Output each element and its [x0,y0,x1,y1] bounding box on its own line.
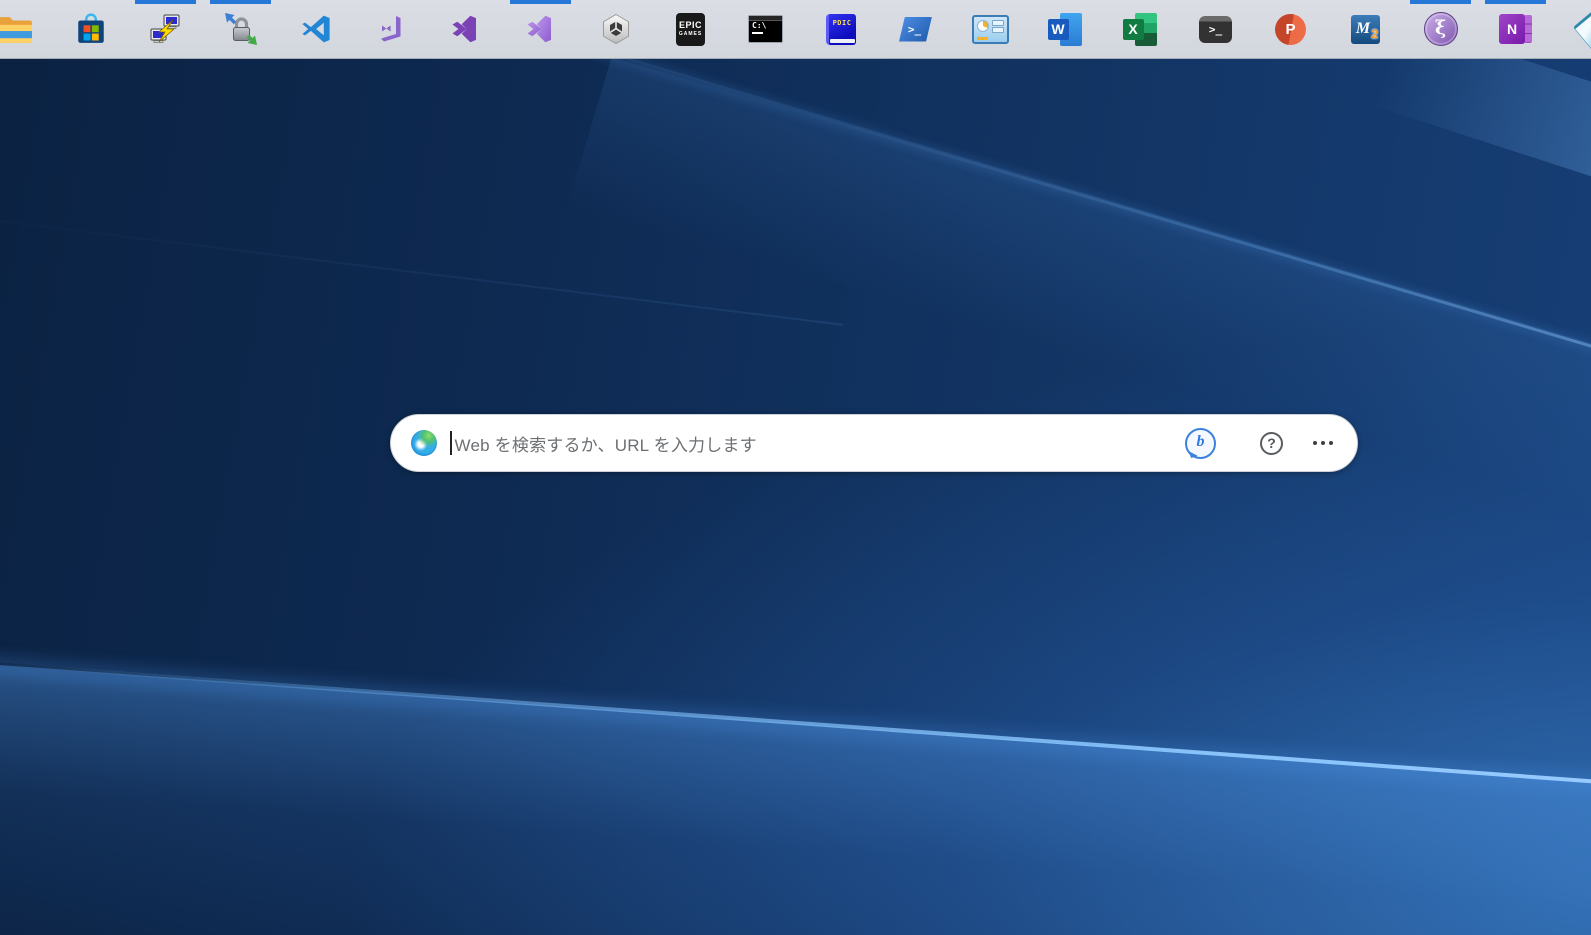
command-prompt-cursor [752,32,763,34]
search-bar-actions: b ? [1185,427,1339,459]
taskbar-item-windows-terminal[interactable]: >_ [1178,0,1253,58]
command-prompt-icon: C:\ [748,15,783,43]
taskbar-item-visual-studio-2019[interactable] [428,0,503,58]
bing-letter: b [1196,433,1205,450]
taskbar-item-unknown-partial[interactable] [1553,0,1591,58]
taskbar-item-secure-transfer[interactable] [203,0,278,58]
excel-letter-square: X [1122,18,1144,40]
command-prompt-text: C:\ [752,21,767,30]
taskbar-item-visual-studio-2022[interactable] [503,0,578,58]
dot [1313,441,1317,445]
visual-studio-2019-icon [452,15,476,43]
taskbar-row: EPIC GAMES C:\ PDIC >_ W X >_ P M 2 ξ N [0,0,1591,58]
taskbar-item-mery-editor[interactable]: M 2 [1328,0,1403,58]
search-placeholder: Web を検索するか、URL を入力します [454,435,757,455]
taskbar-item-emacs[interactable]: ξ [1403,0,1478,58]
epic-games-icon-text: EPIC [678,20,702,30]
emacs-icon: ξ [1423,12,1458,46]
emacs-glyph: ξ [1434,16,1447,39]
taskbar-item-file-explorer[interactable] [0,0,53,58]
taskbar-item-word[interactable]: W [1028,0,1103,58]
visual-studio-2022-icon [527,15,551,43]
word-icon: W [1047,12,1084,46]
windows-terminal-text: >_ [1208,22,1223,36]
taskbar-item-onenote[interactable]: N [1478,0,1553,58]
dot [1321,441,1325,445]
epic-games-icon: EPIC GAMES [676,12,705,46]
pdic-dictionary-icon: PDIC [825,13,856,45]
taskbar-item-visual-studio-2015[interactable] [353,0,428,58]
text-caret [450,431,452,455]
edge-search-bar[interactable]: Web を検索するか、URL を入力します b ? [390,414,1358,472]
panel-row-glyph [992,19,1004,26]
taskbar-item-epic-games[interactable]: EPIC GAMES [653,0,728,58]
taskbar-item-putty[interactable] [128,0,203,58]
epic-games-icon-subtext: GAMES [678,31,703,37]
taskbar-item-command-prompt[interactable]: C:\ [728,0,803,58]
vscode-icon [301,15,330,43]
windows-terminal-icon: >_ [1199,15,1232,43]
unknown-partial-icon [1572,2,1591,51]
taskbar-item-control-panel[interactable] [953,0,1028,58]
light-beam-glow-lower [0,661,1591,935]
secure-transfer-lock-icon [224,13,257,45]
onenote-icon: N [1499,14,1532,44]
excel-icon: X [1122,12,1159,46]
word-letter-square: W [1047,18,1069,40]
edge-logo [411,430,437,456]
more-options-icon[interactable] [1313,441,1333,445]
light-beam-glow [567,58,1591,576]
taskbar: EPIC GAMES C:\ PDIC >_ W X >_ P M 2 ξ N [0,0,1591,59]
file-explorer-icon [0,16,32,43]
panel-bar-glyph [977,36,988,40]
bing-chat-icon[interactable]: b [1185,427,1216,459]
desktop-wallpaper [0,58,1591,935]
mery-letter-m: M [1355,20,1371,37]
powerpoint-icon: P [1275,13,1306,45]
help-icon[interactable]: ? [1260,431,1283,455]
powershell-icon: >_ [899,16,932,42]
taskbar-item-excel[interactable]: X [1103,0,1178,58]
taskbar-item-microsoft-store[interactable] [53,0,128,58]
unity-icon [602,13,629,45]
mery-m2-editor-icon: M 2 [1351,14,1380,44]
powershell-icon-text: >_ [907,22,922,36]
taskbar-item-powershell[interactable]: >_ [878,0,953,58]
onenote-letter-square: N [1499,14,1525,44]
taskbar-item-powerpoint[interactable]: P [1253,0,1328,58]
control-panel-icon [972,14,1009,44]
putty-icon [150,14,179,43]
onenote-tabs-glyph [1524,15,1532,43]
pdic-icon-text: PDIC [832,18,852,27]
powerpoint-letter: P [1285,20,1296,38]
visual-studio-2015-icon [380,16,400,42]
dot [1329,441,1333,445]
pie-chart-glyph [977,19,989,32]
taskbar-item-pdic[interactable]: PDIC [803,0,878,58]
panel-row-glyph [992,26,1004,33]
microsoft-store-icon [77,13,104,43]
taskbar-item-vscode[interactable] [278,0,353,58]
light-streak-corner [1373,58,1591,186]
taskbar-item-unity[interactable] [578,0,653,58]
mery-digit-2: 2 [1371,26,1378,41]
